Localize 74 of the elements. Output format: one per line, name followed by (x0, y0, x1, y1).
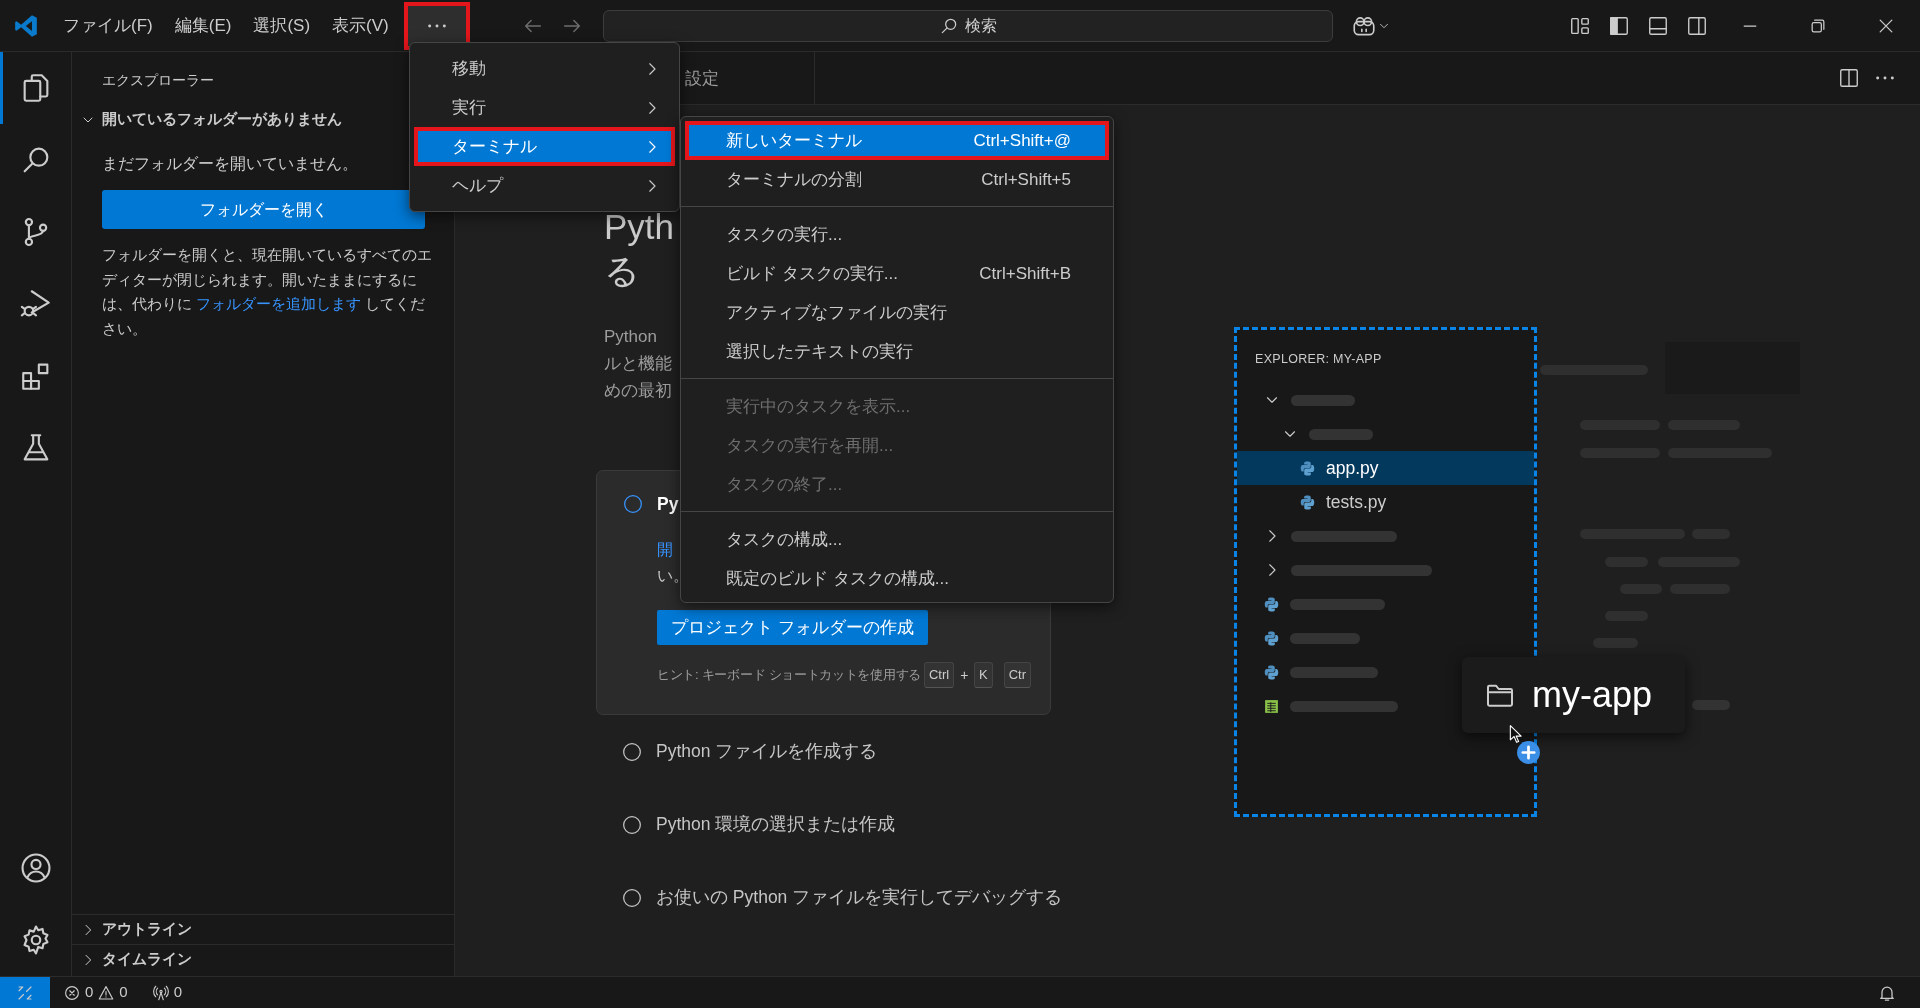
more-icon[interactable] (1876, 76, 1894, 80)
create-folder-button[interactable]: プロジェクト フォルダーの作成 (657, 610, 928, 645)
step-title[interactable]: Py (657, 490, 679, 518)
error-icon (63, 983, 81, 1002)
python-file-icon (1263, 595, 1280, 613)
placeholder-bar (1692, 700, 1730, 710)
ports-button[interactable]: 0 (151, 981, 183, 1004)
menu-item[interactable]: ビルド タスクの実行... Ctrl+Shift+B (685, 254, 1109, 293)
placeholder-bar (1309, 428, 1373, 440)
menu-item: タスクの実行を再開... (725, 434, 895, 457)
key-cap: Ctr (1003, 662, 1032, 688)
menu-item[interactable]: 編集(E) (163, 10, 243, 41)
step-title[interactable]: Python 環境の選択または作成 (656, 811, 896, 838)
keyboard-shortcut: Ctrl+Shift+@ (973, 129, 1071, 152)
python-file-icon (1263, 663, 1280, 681)
python-file-icon (1299, 493, 1316, 511)
panel-header[interactable]: アウトライン (72, 914, 454, 944)
heading-text: る (604, 250, 640, 292)
menu-item: タスクの終了... (725, 473, 844, 496)
panel-toggle-icon[interactable] (1646, 14, 1669, 37)
placeholder-bar (1290, 632, 1360, 644)
search-field[interactable]: 検索 (602, 9, 1333, 42)
menu-item[interactable]: タスクの実行... (685, 215, 1109, 254)
key-cap: Ctrl (923, 662, 955, 688)
key-cap: K (974, 662, 993, 688)
python-file-icon (1263, 629, 1280, 647)
hint-text: ヒント: キーボード ショートカットを使用する (657, 666, 921, 685)
spreadsheet-icon (1263, 697, 1280, 715)
split-editor-icon[interactable] (1838, 67, 1860, 89)
intro-text: めの最初 (604, 380, 672, 402)
warning-icon (97, 983, 116, 1002)
folder-name: my-app (1532, 673, 1653, 717)
heading-text: Pyth (604, 206, 675, 248)
secondary-sidebar-icon[interactable] (1685, 14, 1708, 37)
open-folder-button[interactable]: フォルダーを開く (102, 190, 425, 229)
remote-icon (16, 983, 34, 1002)
menu-item[interactable]: 選択(S) (242, 10, 322, 41)
placeholder-bar (1291, 394, 1355, 406)
menu-item[interactable]: ファイル(F) (52, 10, 164, 41)
help-text: フォルダーを開くと、現在開いているすべてのエディターが閉じられます。開いたままにするには、代わりに フォルダーを追加します してください。 (102, 245, 432, 339)
intro-text: Python (604, 326, 657, 348)
intro-text: ルと機能 (604, 353, 672, 375)
add-folder-link[interactable]: フォルダーを追加します (196, 295, 362, 312)
menu-item[interactable]: 表示(V) (321, 10, 400, 41)
step-link[interactable]: 開 (657, 541, 673, 558)
more-icon (427, 23, 446, 28)
step-circle-icon[interactable] (623, 494, 643, 514)
empty-message: まだフォルダーを開いていません。 (101, 154, 359, 174)
tree-row[interactable]: app.py (1237, 451, 1534, 485)
menu-item[interactable]: 選択したテキストの実行 (685, 332, 1109, 371)
add-icon (1516, 740, 1541, 765)
tree-row[interactable]: tests.py (1237, 485, 1534, 519)
explorer-title: EXPLORER: MY-APP (1254, 351, 1383, 368)
keyboard-shortcut: Ctrl+Shift+5 (981, 168, 1071, 191)
antenna-icon (151, 983, 170, 1002)
menu-item[interactable]: ターミナル (414, 127, 675, 166)
menu-item[interactable]: 新しいターミナル Ctrl+Shift+@ (685, 121, 1109, 160)
plus-sign: + (959, 665, 970, 685)
keyboard-shortcut: Ctrl+Shift+B (979, 262, 1071, 285)
menu-item[interactable]: アクティブなファイルの実行 (685, 293, 1109, 332)
problems-button[interactable]: 0 0 (63, 981, 128, 1004)
step-circle-icon[interactable] (622, 741, 642, 762)
logo-icon (13, 12, 39, 39)
step-title[interactable]: Python ファイルを作成する (656, 738, 878, 765)
sidebar-toggle-icon[interactable] (1607, 14, 1630, 37)
menu-item[interactable]: タスクの構成... (685, 520, 1109, 559)
step-circle-icon[interactable] (622, 814, 642, 835)
panel-header[interactable]: タイムライン (72, 944, 454, 974)
menu-item: 実行中のタスクを表示... (725, 395, 912, 418)
sidebar-title: エクスプローラー (101, 71, 215, 90)
python-file-icon (1299, 459, 1316, 477)
step-title[interactable]: お使いの Python ファイルを実行してデバッグする (656, 884, 1063, 911)
menu-item[interactable]: ターミナルの分割 Ctrl+Shift+5 (685, 160, 1109, 199)
step-circle-icon[interactable] (622, 887, 642, 908)
